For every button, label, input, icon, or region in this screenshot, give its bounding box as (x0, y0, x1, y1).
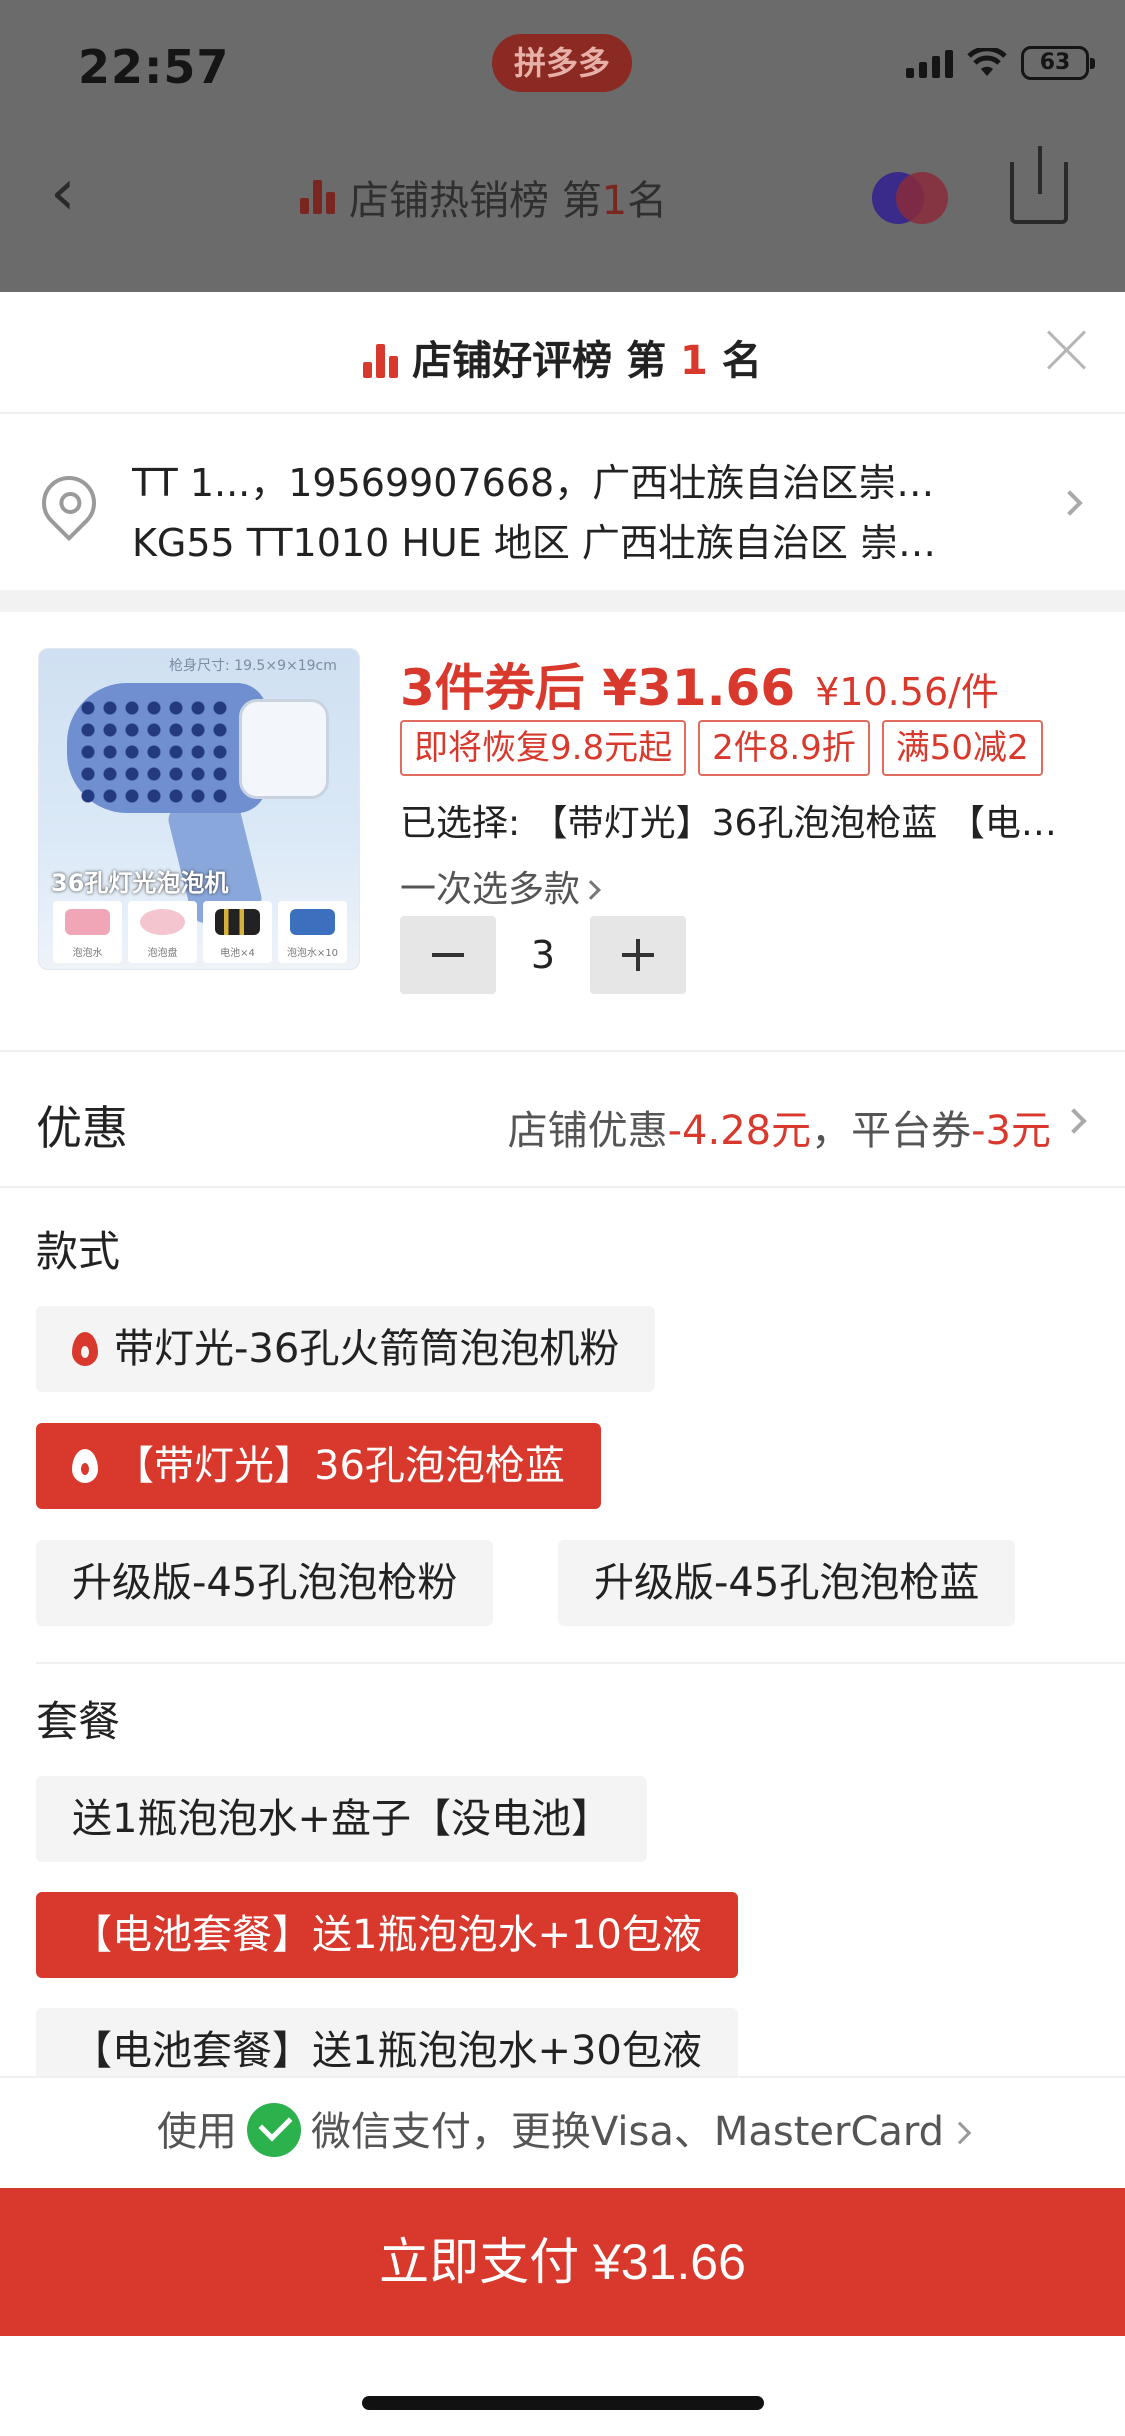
image-item: 泡泡盘 (128, 901, 197, 963)
style-option-label: 带灯光-36孔火箭筒泡泡机粉 (114, 1326, 620, 1372)
sheet-title-prefix: 店铺好评榜 第 (412, 338, 667, 384)
package-section-label: 套餐 (36, 1697, 121, 1746)
share-icon[interactable] (1010, 146, 1068, 224)
discount-label: 优惠 (36, 1101, 128, 1155)
app-badge: 拼多多 (492, 34, 632, 92)
chevron-right-icon (1057, 490, 1083, 516)
address-line-1: TT 1...，19569907668，广西壮族自治区崇… (132, 461, 935, 505)
style-option-label: 升级版-45孔泡泡枪粉 (72, 1560, 458, 1606)
payment-method-label: 微信支付，更换Visa、MasterCard (310, 2109, 945, 2155)
avatar-group-icon[interactable] (872, 172, 952, 224)
background-title-prefix: 店铺热销榜 第 (349, 178, 602, 224)
price-per-unit: ¥10.56/件 (815, 670, 999, 714)
package-option-label: 【电池套餐】送1瓶泡泡水+30包液 (72, 2028, 702, 2074)
section-divider (0, 590, 1125, 612)
gun-holes (77, 697, 227, 807)
package-option-label: 送1瓶泡泡水+盘子【没电池】 (72, 1796, 611, 1842)
chevron-right-icon (948, 2121, 972, 2145)
promo-tags: 即将恢复9.8元起 2件8.9折 满50减2 (400, 720, 1043, 776)
image-item: 电池×4 (203, 901, 272, 963)
location-pin-icon (30, 464, 108, 542)
close-icon[interactable] (1045, 328, 1089, 372)
product-image[interactable]: 枪身尺寸: 19.5×9×19cm 36孔灯光泡泡机 泡泡水 泡泡盘 电池×4 … (38, 648, 360, 970)
selected-variant: 已选择: 【带灯光】36孔泡泡枪蓝 【电池套餐】送1瓶泡泡水+10包液 (400, 803, 1090, 844)
wifi-icon (967, 48, 1007, 76)
package-option-label: 【电池套餐】送1瓶泡泡水+10包液 (72, 1912, 702, 1958)
background-title-rank: 1 (601, 178, 628, 224)
increase-button[interactable] (590, 916, 686, 994)
home-indicator (362, 2396, 764, 2410)
decrease-button[interactable] (400, 916, 496, 994)
package-option-selected[interactable]: 【电池套餐】送1瓶泡泡水+10包液 (36, 1892, 738, 1978)
multi-select-label: 一次选多款 (400, 869, 581, 910)
background-nav: ‹ 店铺热销榜 第1名 (0, 146, 1125, 250)
battery-icon: 63 (1021, 46, 1095, 80)
promo-tag: 即将恢复9.8元起 (400, 720, 687, 776)
section-divider (36, 1662, 1125, 1664)
quantity-value[interactable]: 3 (496, 916, 590, 994)
price-row: 3件券后 ¥31.66 ¥10.56/件 (400, 648, 999, 720)
address-line-2: KG55 TT1010 HUE 地区 广西壮族自治区 崇… (132, 521, 936, 565)
image-item-label: 泡泡水×10 (286, 948, 339, 959)
wechat-pay-icon (246, 2103, 301, 2157)
rank-icon (300, 180, 335, 214)
style-section-label: 款式 (36, 1227, 121, 1276)
store-discount-label: 店铺优惠 (507, 1108, 668, 1154)
style-option-selected[interactable]: 【带灯光】36孔泡泡枪蓝 (36, 1423, 601, 1509)
store-discount-value: -4.28元 (667, 1108, 812, 1154)
rank-icon (363, 344, 399, 378)
payment-method-row[interactable]: 使用 微信支付，更换Visa、MasterCard (0, 2076, 1125, 2186)
discount-info: 店铺优惠-4.28元，平台券-3元 (508, 1098, 1051, 1156)
signal-icon (906, 48, 953, 78)
image-item-label: 电池×4 (220, 948, 255, 959)
gun-vent (239, 699, 329, 799)
style-option[interactable]: 升级版-45孔泡泡枪蓝 (558, 1540, 1016, 1626)
status-bar: 22:57 拼多多 63 (0, 0, 1125, 140)
image-item-label: 泡泡盘 (147, 948, 178, 959)
sheet-header: 店铺好评榜 第 1 名 (0, 292, 1125, 414)
hot-icon (72, 1449, 98, 1483)
price-main: 3件券后 ¥31.66 (400, 659, 796, 717)
status-icons: 63 (906, 46, 1095, 80)
platform-coupon-label: 平台券 (851, 1108, 972, 1154)
image-item: 泡泡水 (53, 901, 122, 963)
product-image-label: 36孔灯光泡泡机 (51, 869, 229, 897)
hot-icon (72, 1332, 98, 1366)
discount-separator: ， (811, 1108, 852, 1154)
multi-select-link[interactable]: 一次选多款 (400, 860, 601, 912)
image-item-label: 泡泡水 (72, 948, 103, 959)
platform-coupon-value: -3元 (971, 1108, 1051, 1154)
style-option[interactable]: 升级版-45孔泡泡枪粉 (36, 1540, 494, 1626)
background-title-suffix: 名 (627, 178, 668, 224)
package-option[interactable]: 送1瓶泡泡水+盘子【没电池】 (36, 1776, 647, 1862)
product-image-items: 泡泡水 泡泡盘 电池×4 泡泡水×10 (53, 901, 347, 963)
sheet-title-suffix: 名 (721, 338, 762, 384)
status-time: 22:57 (78, 40, 230, 94)
sku-sheet: 店铺好评榜 第 1 名 TT 1...，19569907668，广西壮族自治区崇… (0, 292, 1125, 2436)
sheet-title: 店铺好评榜 第 1 名 (0, 328, 1125, 386)
promo-tag: 2件8.9折 (698, 720, 870, 776)
style-option-label: 【带灯光】36孔泡泡枪蓝 (114, 1443, 565, 1489)
address-selector[interactable]: TT 1...，19569907668，广西壮族自治区崇… KG55 TT101… (0, 416, 1125, 590)
back-icon[interactable]: ‹ (50, 156, 76, 230)
payment-use-label: 使用 (156, 2109, 237, 2155)
background-page: 22:57 拼多多 63 ‹ 店铺热销榜 第1名 (0, 0, 1125, 300)
pay-now-button[interactable]: 立即支付 ¥31.66 (0, 2188, 1125, 2336)
promo-tag: 满50减2 (881, 720, 1043, 776)
style-option-label: 升级版-45孔泡泡枪蓝 (594, 1560, 980, 1606)
chevron-right-icon (581, 880, 601, 900)
discount-row[interactable]: 优惠 店铺优惠-4.28元，平台券-3元 (0, 1052, 1125, 1188)
sheet-title-rank: 1 (680, 338, 708, 384)
style-option[interactable]: 带灯光-36孔火箭筒泡泡机粉 (36, 1306, 656, 1392)
image-item: 泡泡水×10 (278, 901, 347, 963)
chevron-right-icon (1061, 1108, 1087, 1134)
product-image-size: 枪身尺寸: 19.5×9×19cm (169, 658, 337, 674)
background-title: 店铺热销榜 第1名 (300, 168, 667, 226)
